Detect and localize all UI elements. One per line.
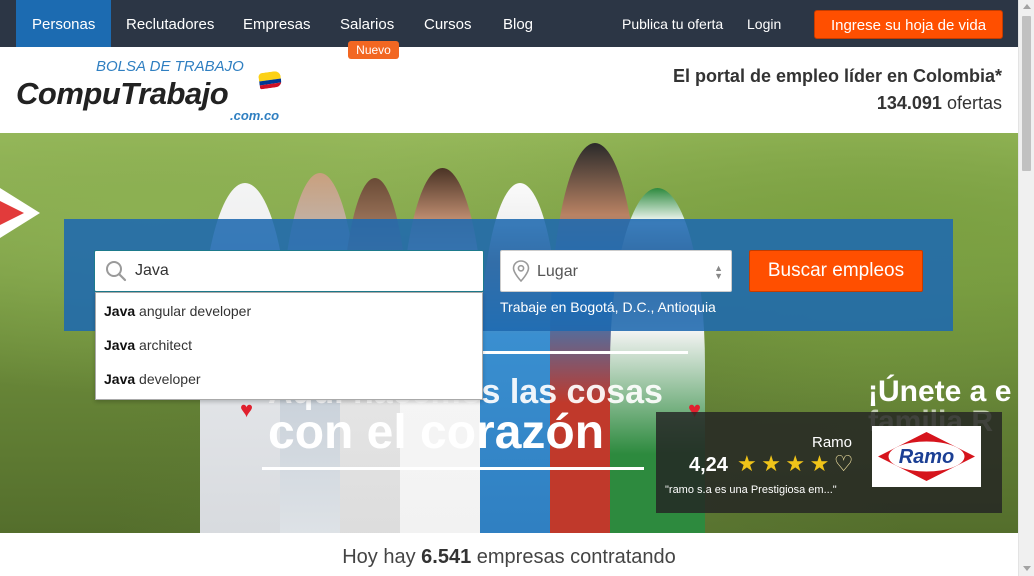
company-logo[interactable]: Ramo [872,426,981,487]
company-rating: 4,24 [689,454,728,476]
location-hint-link[interactable]: Trabaje en Bogotá, D.C., Antioquia [500,299,716,315]
join-text-line-1: ¡Únete a e [868,375,1012,408]
company-review-snippet: "ramo s.a es una Prestigiosa em..." [665,484,837,496]
star-full-icon: ★ [785,451,806,476]
select-arrows-icon: ▲ ▼ [714,263,723,281]
nav-login[interactable]: Login [747,0,781,47]
nav-empresas[interactable]: Empresas [243,0,311,47]
suggestion-rest: developer [135,371,201,387]
location-select[interactable]: Lugar [537,251,729,291]
offers-counter: 134.091 ofertas [877,93,1002,114]
page-scrollbar[interactable] [1018,0,1034,576]
location-pin-icon [512,260,530,282]
colombia-flag-icon [257,70,283,90]
stat-prefix: Hoy hay [342,546,416,568]
keyword-search-box[interactable] [94,250,484,292]
suggestion-match: Java [104,371,136,387]
nav-salarios[interactable]: Salarios [340,0,394,47]
nav-reclutadores[interactable]: Reclutadores [126,0,214,47]
suggestion-rest: angular developer [135,303,252,319]
companies-hiring-stat: Hoy hay 6.541 empresas contratando [0,533,1018,576]
autocomplete-suggestion[interactable]: Java angular developer [96,293,482,327]
suggestion-match: Java [104,303,136,319]
offers-count: 134.091 [876,93,942,113]
rating-stars: ★ ★ ★ ★ ♡ [737,453,853,476]
heart-icon: ♥ [240,397,254,422]
upload-cv-button[interactable]: Ingrese su hoja de vida [814,10,1003,39]
star-full-icon: ★ [737,451,757,476]
stat-suffix: empresas contratando [476,546,676,568]
site-header: BOLSA DE TRABAJO CompuTrabajo .com.co El… [0,47,1018,133]
new-badge: Nuevo [348,41,399,59]
nav-personas[interactable]: Personas [16,0,112,47]
heart-rating-icon: ♡ [833,451,854,476]
company-name: Ramo [811,434,852,451]
star-full-icon: ★ [761,451,781,476]
autocomplete-suggestion[interactable]: Java architect [96,327,482,361]
search-icon [106,261,127,282]
ramo-logo-icon: Ramo [878,432,975,481]
location-select-box[interactable]: Lugar ▲ ▼ [500,250,732,292]
featured-company-card[interactable]: Ramo 4,24 ★ ★ ★ ★ ♡ "ramo s.a es una Pre… [656,412,1002,513]
autocomplete-suggestion[interactable]: Java developer [96,361,482,395]
logo[interactable]: CompuTrabajo [16,76,229,112]
star-full-icon: ★ [809,451,830,476]
site-tagline: El portal de empleo líder en Colombia* [672,66,1002,86]
autocomplete-dropdown: Java angular developer Java architect Ja… [95,292,483,400]
search-jobs-button[interactable]: Buscar empleos [749,250,923,292]
nav-publish-offer[interactable]: Publica tu oferta [622,0,723,47]
slogan-bottom-line [262,467,644,470]
suggestion-rest: architect [135,337,192,353]
nav-blog[interactable]: Blog [503,0,533,47]
slogan-line-2: con el corazón [268,406,605,459]
ramo-logo-text: Ramo [899,446,955,468]
suggestion-match: Java [104,337,136,353]
keyword-input[interactable] [135,251,475,291]
stat-count: 6.541 [421,546,472,568]
scroll-up-arrow-icon[interactable] [1023,4,1031,9]
scroll-thumb[interactable] [1022,16,1031,171]
scroll-down-arrow-icon[interactable] [1023,566,1031,571]
nav-cursos[interactable]: Cursos [424,0,472,47]
top-navigation-bar: Personas Reclutadores Empresas Salarios … [0,0,1018,47]
logo-domain: .com.co [230,108,280,123]
logo-subtitle: BOLSA DE TRABAJO [96,58,244,75]
offers-label: ofertas [946,93,1002,113]
